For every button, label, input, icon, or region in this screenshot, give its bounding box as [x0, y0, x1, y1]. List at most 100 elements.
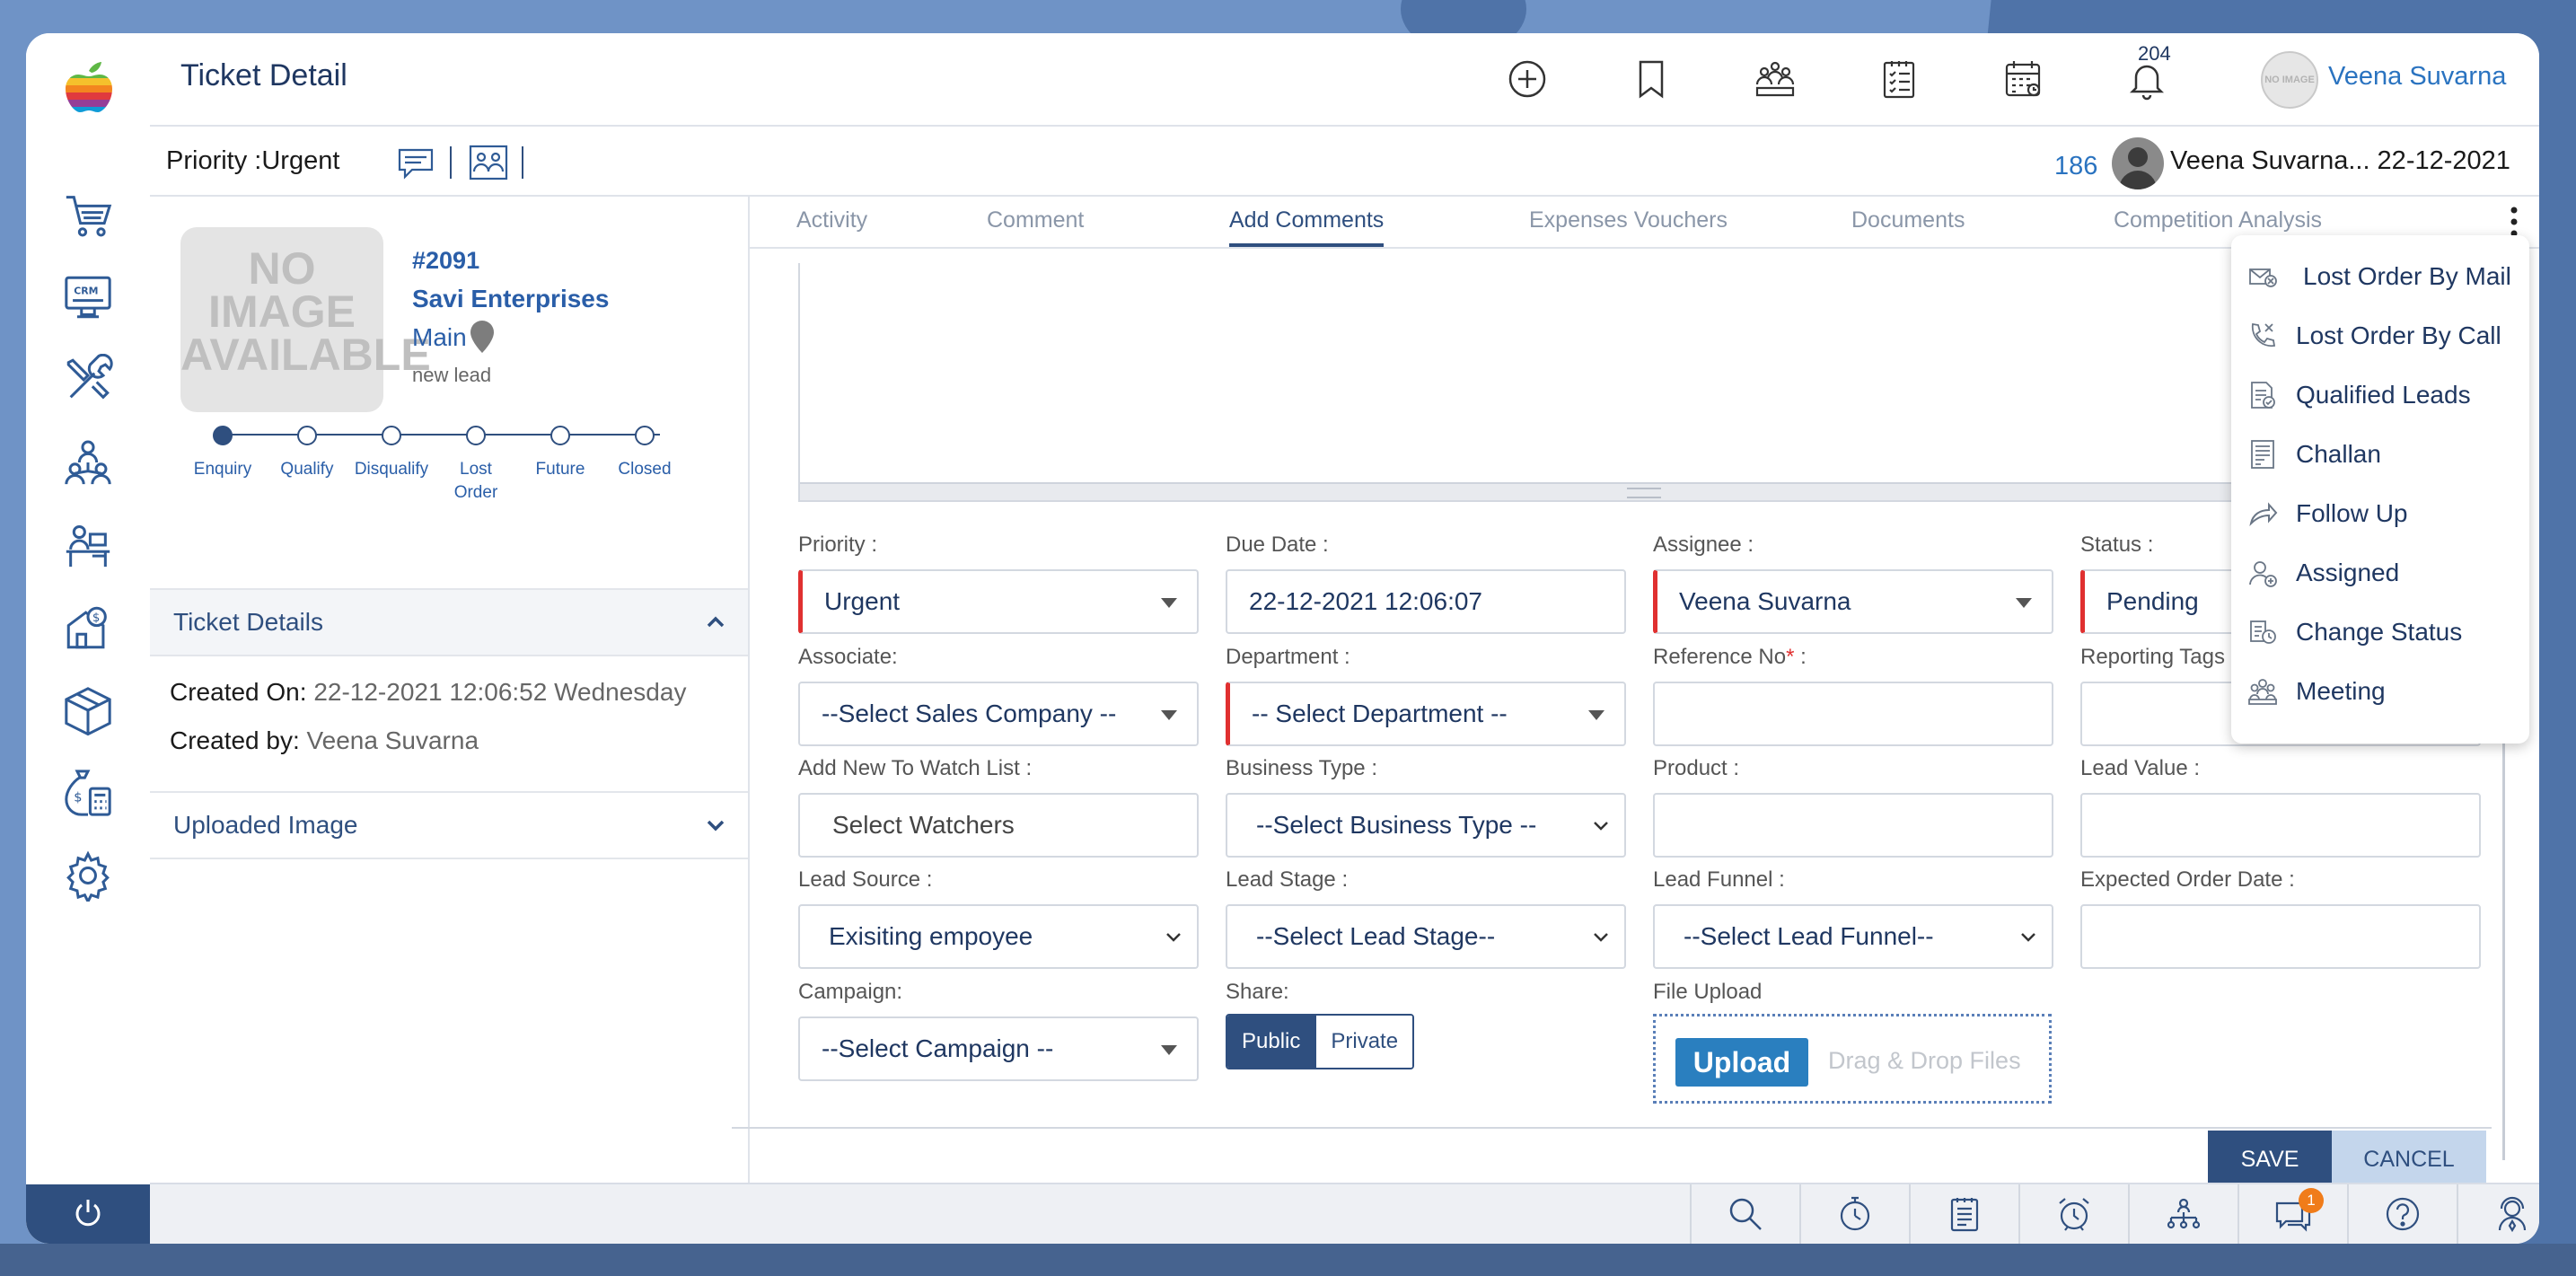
business-type-select[interactable]: --Select Business Type -- [1226, 793, 1626, 858]
watchers-input[interactable]: Select Watchers [798, 793, 1199, 858]
lead-funnel-label: Lead Funnel : [1653, 867, 1785, 892]
stage-enquiry[interactable]: Enquiry [180, 421, 265, 481]
stage-lost-order[interactable]: Lost Order [434, 421, 518, 505]
section-title: Uploaded Image [173, 811, 358, 839]
upload-button[interactable]: Upload [1675, 1038, 1808, 1087]
power-button[interactable] [26, 1184, 150, 1244]
priority-text: Priority :Urgent [166, 146, 340, 175]
svg-text:$: $ [74, 791, 82, 805]
tab-documents[interactable]: Documents [1851, 207, 1965, 233]
ticket-details-header[interactable]: Ticket Details [150, 588, 748, 656]
tab-comment[interactable]: Comment [987, 207, 1084, 233]
chevron-down-icon [707, 820, 725, 832]
ticket-count[interactable]: 186 [2054, 152, 2097, 181]
tab-add-comments[interactable]: Add Comments [1229, 207, 1385, 247]
lead-source-select[interactable]: Exisiting empoyee [798, 904, 1199, 969]
company-name[interactable]: Savi Enterprises [412, 285, 609, 313]
chat-bubble-icon[interactable] [394, 141, 437, 184]
more-options-icon[interactable] [2509, 206, 2519, 238]
package-icon[interactable] [57, 682, 119, 739]
chevron-down-icon [1594, 933, 1608, 942]
tab-expenses-vouchers[interactable]: Expenses Vouchers [1529, 207, 1728, 233]
tab-competition-analysis[interactable]: Competition Analysis [2114, 207, 2322, 233]
menu-item-change-status[interactable]: Change Status [2247, 612, 2462, 652]
assignee-select[interactable]: Veena Suvarna [1653, 569, 2053, 634]
chat-badge: 1 [2299, 1188, 2324, 1213]
menu-item-qualified-leads[interactable]: Qualified Leads [2247, 375, 2471, 415]
calendar-icon[interactable] [1997, 53, 2049, 105]
power-icon [75, 1200, 101, 1227]
share-public-button[interactable]: Public [1227, 1016, 1315, 1068]
reference-input[interactable] [1653, 682, 2053, 746]
assign-users-icon[interactable] [467, 141, 510, 184]
lead-stage-select[interactable]: --Select Lead Stage-- [1226, 904, 1626, 969]
menu-item-lost-order-mail[interactable]: Lost Order By Mail [2247, 257, 2511, 296]
drag-drop-hint: Drag & Drop Files [1828, 1047, 2021, 1074]
svg-text:$: $ [92, 612, 100, 625]
menu-item-assigned[interactable]: Assigned [2247, 553, 2399, 593]
menu-item-lost-order-call[interactable]: Lost Order By Call [2247, 316, 2501, 356]
desk-icon[interactable] [57, 516, 119, 574]
priority-select[interactable]: Urgent [798, 569, 1199, 634]
file-upload-label: File Upload [1653, 980, 1763, 1004]
lead-stage-label: Lead Stage : [1226, 867, 1349, 892]
share-label: Share: [1226, 980, 1289, 1004]
money-calculator-icon[interactable]: $ [57, 764, 119, 822]
team-icon[interactable] [57, 434, 119, 491]
chevron-down-icon [2021, 933, 2035, 942]
user-assign-icon [2249, 561, 2277, 587]
lead-value-input[interactable] [2080, 793, 2481, 858]
tools-icon[interactable] [57, 351, 119, 409]
stage-disqualify[interactable]: Disqualify [349, 421, 434, 481]
background-strip [0, 1244, 2576, 1276]
tab-activity[interactable]: Activity [796, 207, 867, 233]
app-window: CRM $ $ Ticket Detail 204 NO IMAGE Veena… [26, 33, 2539, 1244]
cancel-button[interactable]: CANCEL [2332, 1131, 2486, 1188]
bookmark-icon[interactable] [1625, 53, 1677, 105]
menu-item-follow-up[interactable]: Follow Up [2247, 494, 2407, 533]
crm-icon[interactable]: CRM [57, 268, 119, 326]
ticket-summary-panel: NO IMAGE AVAILABLE #2091 Savi Enterprise… [150, 197, 750, 1184]
department-select[interactable]: -- Select Department -- [1226, 682, 1626, 746]
timer-icon[interactable] [1799, 1184, 1909, 1244]
checklist-icon[interactable] [1873, 53, 1925, 105]
menu-item-meeting[interactable]: Meeting [2247, 672, 2386, 711]
notes-icon[interactable] [1909, 1184, 2018, 1244]
expected-order-date-label: Expected Order Date : [2080, 867, 2295, 892]
support-agent-icon[interactable] [2457, 1184, 2539, 1244]
stage-qualify[interactable]: Qualify [265, 421, 349, 481]
lead-funnel-select[interactable]: --Select Lead Funnel-- [1653, 904, 2053, 969]
add-circle-icon[interactable] [1501, 53, 1553, 105]
share-private-button[interactable]: Private [1314, 1016, 1413, 1068]
due-date-label: Due Date : [1226, 532, 1329, 557]
uploaded-image-header[interactable]: Uploaded Image [150, 791, 748, 859]
stage-closed[interactable]: Closed [602, 421, 687, 481]
search-icon[interactable] [1690, 1184, 1799, 1244]
share-arrow-icon [2249, 502, 2278, 527]
team-tree-icon[interactable] [2128, 1184, 2238, 1244]
created-by: Created by: Veena Suvarna [170, 726, 479, 754]
apple-logo-icon[interactable] [60, 57, 118, 114]
help-icon[interactable] [2347, 1184, 2457, 1244]
product-input[interactable] [1653, 793, 2053, 858]
group-meeting-icon[interactable] [1749, 53, 1801, 105]
file-drop-zone[interactable]: Upload Drag & Drop Files [1653, 1014, 2052, 1104]
alarm-clock-icon[interactable] [2018, 1184, 2128, 1244]
user-name-link[interactable]: Veena Suvarna [2328, 62, 2506, 92]
chat-messages-icon[interactable]: 1 [2238, 1184, 2347, 1244]
menu-item-challan[interactable]: Challan [2247, 435, 2381, 474]
section-title: Ticket Details [173, 608, 324, 636]
reporting-tags-label: Reporting Tags [2080, 645, 2225, 669]
stage-future[interactable]: Future [518, 421, 602, 481]
campaign-select[interactable]: --Select Campaign -- [798, 1016, 1199, 1081]
cart-icon[interactable] [57, 186, 119, 243]
settings-gear-icon[interactable] [57, 847, 119, 904]
business-type-label: Business Type : [1226, 756, 1377, 780]
user-avatar[interactable]: NO IMAGE [2261, 51, 2318, 109]
save-button[interactable]: SAVE [2208, 1131, 2332, 1188]
finance-icon[interactable]: $ [57, 599, 119, 656]
associate-select[interactable]: --Select Sales Company -- [798, 682, 1199, 746]
expected-order-date-input[interactable] [2080, 904, 2481, 969]
location-pin-icon[interactable] [470, 321, 494, 353]
due-date-input[interactable]: 22-12-2021 12:06:07 [1226, 569, 1626, 634]
